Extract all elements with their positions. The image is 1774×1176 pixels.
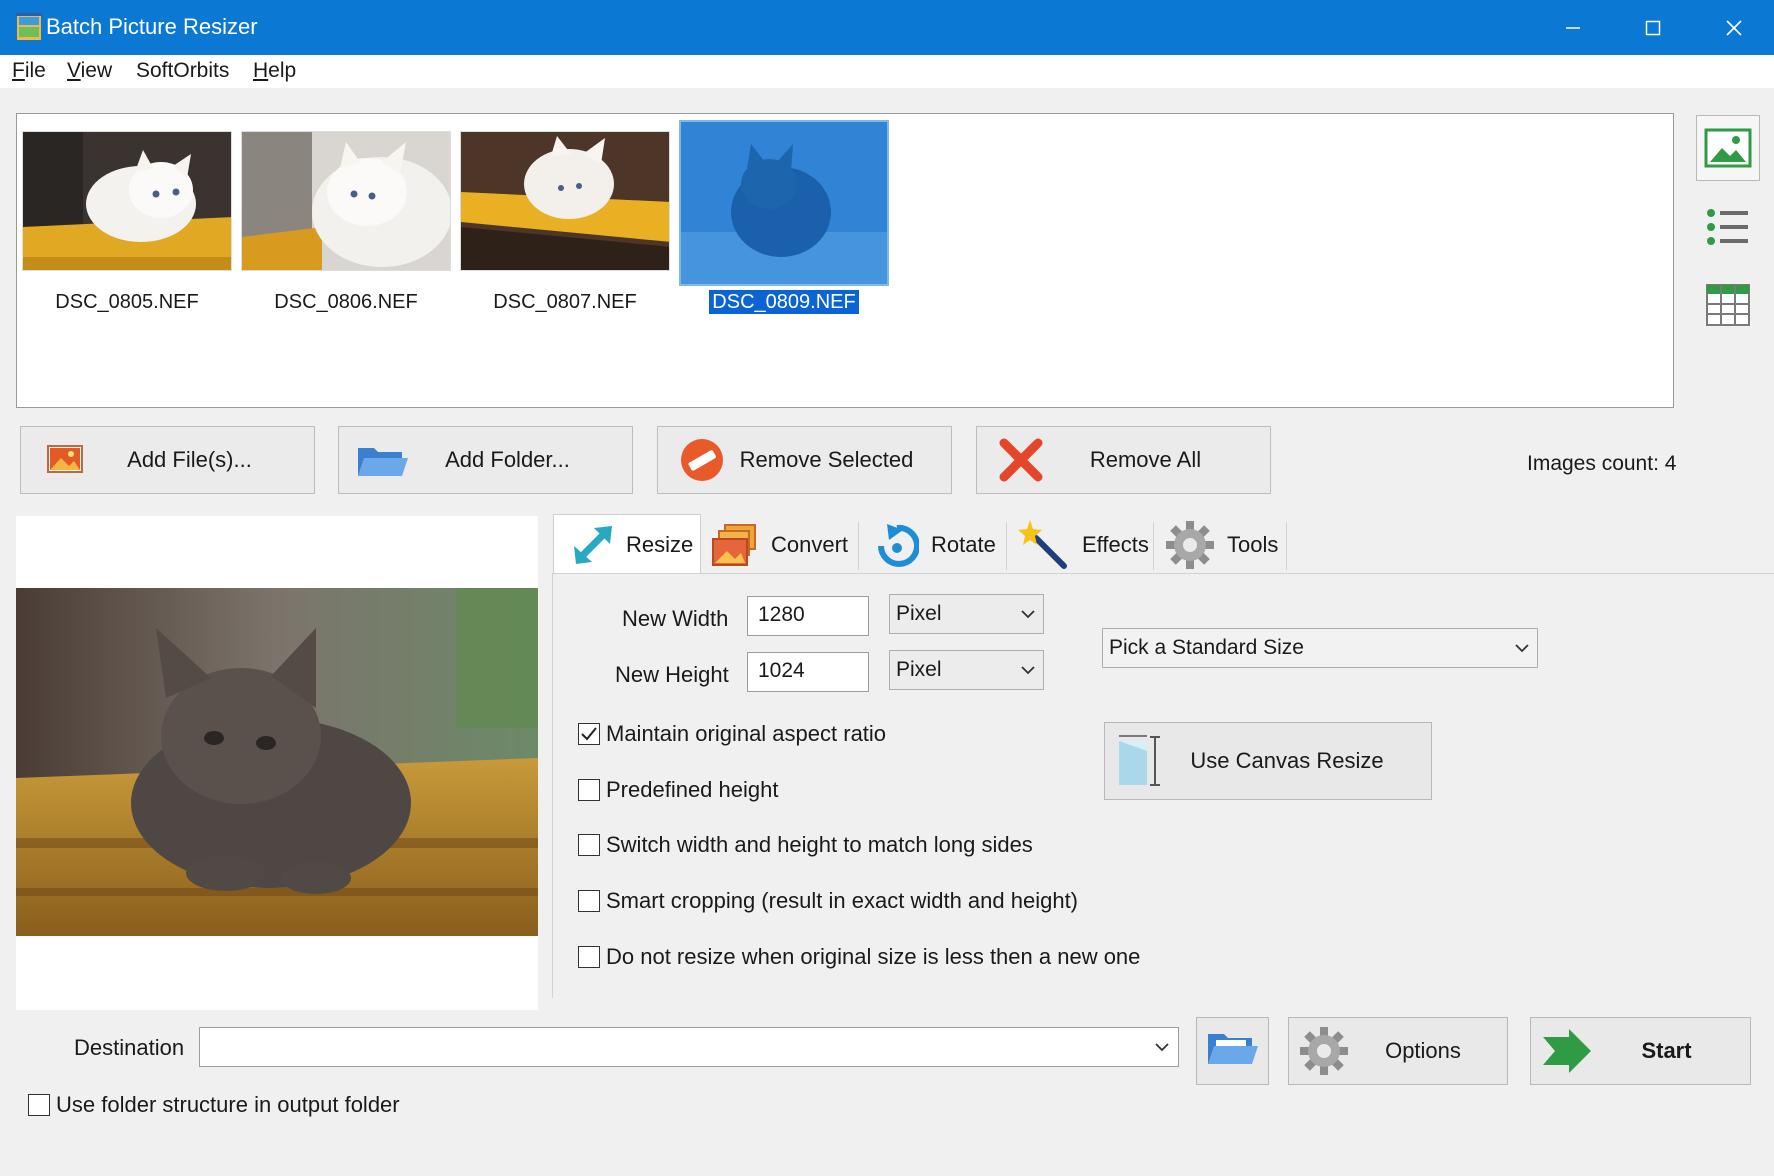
table-view-icon [1706, 284, 1750, 326]
thumbnail-image[interactable] [22, 131, 232, 271]
folder-icon [353, 442, 413, 478]
gear-icon [1299, 1026, 1349, 1076]
thumbnail-label: DSC_0805.NEF [55, 291, 199, 313]
checkbox[interactable] [578, 723, 600, 745]
thumbnail-image-selected[interactable] [679, 120, 889, 286]
tab-tools[interactable]: Tools [1165, 516, 1278, 574]
checkbox[interactable] [578, 890, 600, 912]
rotate-icon [875, 522, 919, 568]
options-button[interactable]: Options [1288, 1017, 1508, 1085]
tab-separator [1153, 522, 1154, 570]
width-unit-select[interactable]: Pixel [889, 594, 1044, 634]
thumbnails-view-icon [1704, 128, 1752, 168]
predefined-height-checkbox[interactable]: Predefined height [578, 777, 778, 803]
magic-wand-icon [1018, 520, 1070, 570]
browse-folder-button[interactable] [1196, 1017, 1269, 1085]
menu-view[interactable]: View [67, 59, 112, 83]
x-icon [991, 438, 1051, 482]
height-unit-select[interactable]: Pixel [889, 650, 1044, 690]
tab-separator [1006, 522, 1007, 570]
tab-effects[interactable]: Effects [1018, 516, 1149, 574]
remove-all-button[interactable]: Remove All [976, 426, 1271, 494]
menu-softorbits[interactable]: SoftOrbits [136, 59, 229, 83]
maintain-aspect-checkbox[interactable]: Maintain original aspect ratio [578, 721, 886, 747]
do-not-resize-smaller-checkbox[interactable]: Do not resize when original size is less… [578, 944, 1140, 970]
window-title: Batch Picture Resizer [46, 14, 258, 39]
chevron-down-icon [1146, 1042, 1178, 1052]
maximize-button[interactable] [1613, 0, 1693, 55]
chevron-down-icon [1013, 665, 1043, 675]
destination-select[interactable] [199, 1027, 1179, 1067]
list-view-icon [1707, 209, 1748, 245]
table-view-button[interactable] [1696, 272, 1760, 338]
list-view-button[interactable] [1696, 194, 1760, 260]
new-height-label: New Height [615, 662, 729, 687]
smart-cropping-checkbox[interactable]: Smart cropping (result in exact width an… [578, 888, 1078, 914]
canvas-resize-icon [1115, 733, 1163, 789]
add-folder-button[interactable]: Add Folder... [338, 426, 633, 494]
checkbox[interactable] [578, 946, 600, 968]
use-folder-structure-checkbox[interactable]: Use folder structure in output folder [28, 1092, 400, 1118]
minimize-button[interactable] [1533, 0, 1613, 55]
gear-icon [1165, 520, 1215, 570]
destination-label: Destination [74, 1035, 185, 1060]
remove-selected-button[interactable]: Remove Selected [657, 426, 952, 494]
start-button[interactable]: Start [1530, 1017, 1751, 1085]
chevron-down-icon [1507, 643, 1537, 653]
standard-size-select[interactable]: Pick a Standard Size [1102, 628, 1538, 668]
checkbox[interactable] [578, 834, 600, 856]
images-count: Images count: 4 [1527, 452, 1677, 475]
menu-bar: File View SoftOrbits Help [0, 55, 1774, 88]
image-file-icon [35, 445, 95, 475]
close-button[interactable] [1694, 0, 1774, 55]
tab-separator [1286, 522, 1287, 570]
thumbnail-image[interactable] [241, 131, 451, 271]
canvas-resize-button[interactable]: Use Canvas Resize [1104, 722, 1432, 800]
convert-icon [711, 523, 759, 567]
tab-rotate[interactable]: Rotate [875, 516, 996, 574]
menu-file[interactable]: File [12, 59, 46, 83]
chevron-down-icon [1013, 609, 1043, 619]
new-height-input[interactable]: 1024 [747, 652, 869, 692]
checkbox[interactable] [578, 779, 600, 801]
tab-convert[interactable]: Convert [711, 516, 848, 574]
new-width-input[interactable]: 1280 [747, 596, 869, 636]
switch-long-sides-checkbox[interactable]: Switch width and height to match long si… [578, 832, 1033, 858]
image-preview [16, 516, 538, 1010]
folder-open-icon [1206, 1028, 1260, 1074]
resize-icon [572, 524, 614, 566]
add-files-button[interactable]: Add File(s)... [20, 426, 315, 494]
thumbnails-view-button[interactable] [1696, 115, 1760, 181]
start-arrow-icon [1543, 1029, 1593, 1073]
title-bar: Batch Picture Resizer [0, 0, 1774, 55]
new-width-label: New Width [622, 606, 729, 631]
thumbnail-image[interactable] [460, 131, 670, 271]
menu-help[interactable]: Help [253, 59, 296, 83]
thumbnail-label: DSC_0806.NEF [274, 291, 418, 313]
thumbnail-label: DSC_0807.NEF [493, 291, 637, 313]
thumbnail-label-selected: DSC_0809.NEF [679, 289, 889, 315]
tab-separator [858, 522, 859, 570]
app-icon [16, 13, 42, 41]
checkbox[interactable] [28, 1094, 50, 1116]
remove-icon [672, 437, 732, 483]
tab-resize[interactable]: Resize [553, 514, 701, 574]
